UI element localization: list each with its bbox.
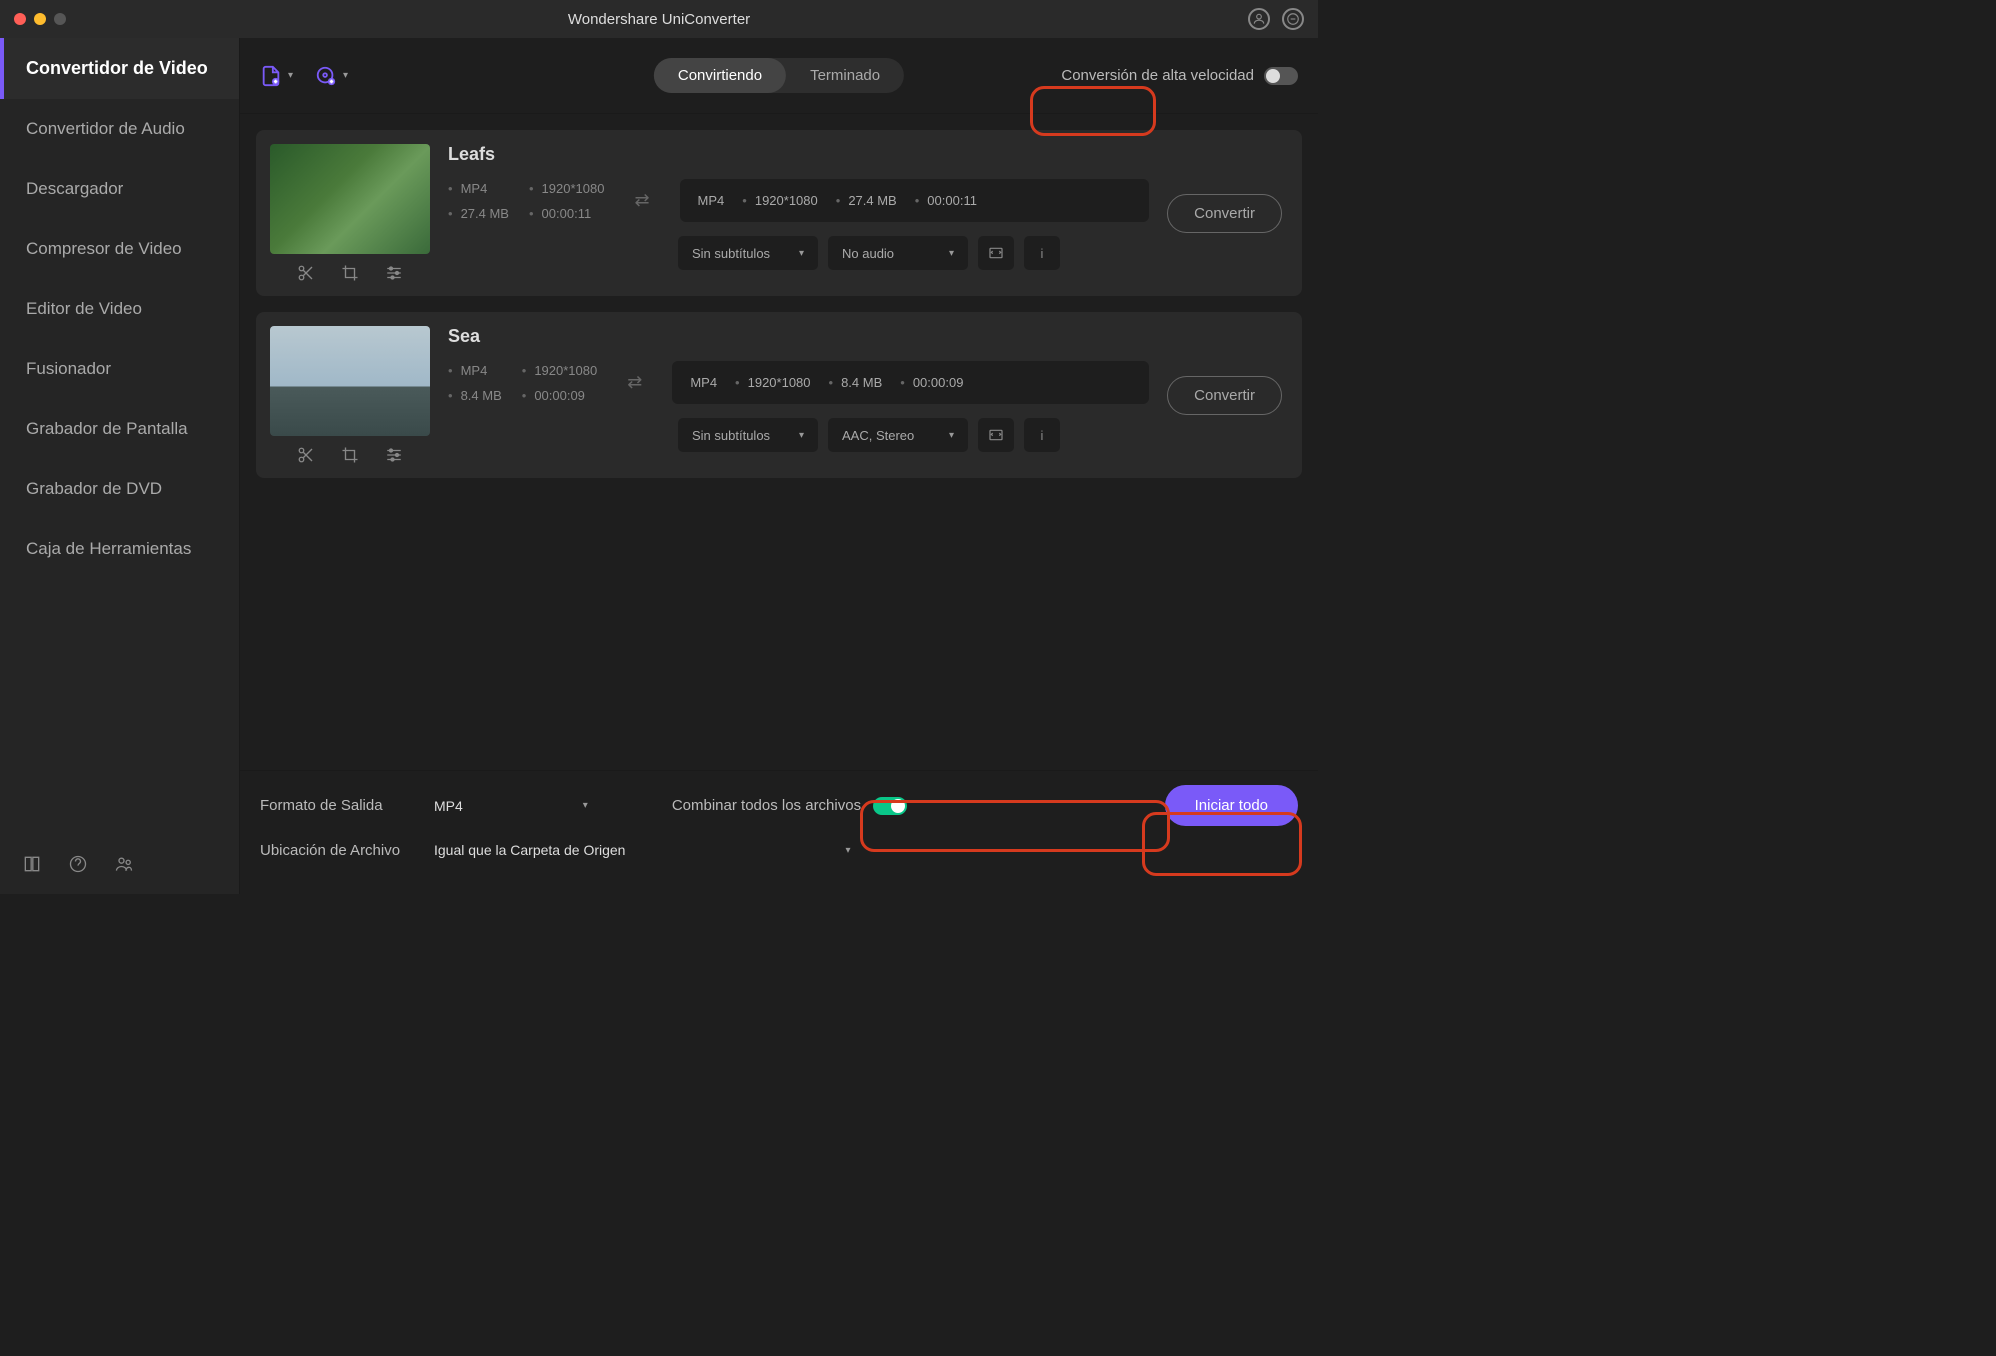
guide-icon[interactable] xyxy=(22,854,44,876)
titlebar: Wondershare UniConverter xyxy=(0,0,1318,38)
feedback-icon[interactable] xyxy=(1282,8,1304,30)
app-title: Wondershare UniConverter xyxy=(568,11,750,28)
sidebar-item-merger[interactable]: Fusionador xyxy=(0,339,239,399)
effects-icon[interactable] xyxy=(385,264,403,282)
sidebar-item-screen-recorder[interactable]: Grabador de Pantalla xyxy=(0,399,239,459)
sidebar: Convertidor de Video Convertidor de Audi… xyxy=(0,38,240,894)
footer: Formato de Salida MP4▾ Combinar todos lo… xyxy=(240,770,1318,894)
output-format-label: Formato de Salida xyxy=(260,797,410,814)
sidebar-item-video-compressor[interactable]: Compresor de Video xyxy=(0,219,239,279)
sidebar-item-toolbox[interactable]: Caja de Herramientas xyxy=(0,519,239,579)
crop-icon[interactable] xyxy=(341,264,359,282)
trim-icon[interactable] xyxy=(297,264,315,282)
tab-finished[interactable]: Terminado xyxy=(786,58,904,93)
info-icon[interactable]: i xyxy=(1024,236,1060,270)
source-meta: MP4 1920*1080 27.4 MB 00:00:11 xyxy=(448,181,604,221)
audio-dropdown[interactable]: No audio▾ xyxy=(828,236,968,270)
file-card: Sea MP4 1920*1080 8.4 MB 00:00:09 ⇄ MP4 … xyxy=(256,312,1302,478)
close-window-button[interactable] xyxy=(14,13,26,25)
audio-dropdown[interactable]: AAC, Stereo▾ xyxy=(828,418,968,452)
high-speed-toggle[interactable] xyxy=(1264,67,1298,85)
subtitle-dropdown[interactable]: Sin subtítulos▾ xyxy=(678,418,818,452)
chevron-down-icon: ▾ xyxy=(343,70,348,81)
output-format-dropdown[interactable]: MP4▾ xyxy=(424,792,598,820)
sidebar-item-dvd-burner[interactable]: Grabador de DVD xyxy=(0,459,239,519)
window-controls xyxy=(14,13,66,25)
convert-button[interactable]: Convertir xyxy=(1167,376,1282,415)
file-location-label: Ubicación de Archivo xyxy=(260,842,410,859)
arrow-convert-icon: ⇄ xyxy=(634,190,649,211)
community-icon[interactable] xyxy=(114,854,136,876)
help-icon[interactable] xyxy=(68,854,90,876)
file-name: Leafs xyxy=(448,144,1149,165)
minimize-window-button[interactable] xyxy=(34,13,46,25)
output-meta[interactable]: MP4 1920*1080 27.4 MB 00:00:11 xyxy=(680,179,1150,222)
trim-icon[interactable] xyxy=(297,446,315,464)
chevron-down-icon: ▾ xyxy=(288,70,293,81)
expand-icon[interactable] xyxy=(978,236,1014,270)
output-meta[interactable]: MP4 1920*1080 8.4 MB 00:00:09 xyxy=(672,361,1149,404)
add-disc-button[interactable]: ▾ xyxy=(315,64,348,88)
toolbar: ▾ ▾ Convirtiendo Terminado Conversión de… xyxy=(240,38,1318,114)
file-list: Leafs MP4 1920*1080 27.4 MB 00:00:11 ⇄ M… xyxy=(240,114,1318,770)
main-panel: ▾ ▾ Convirtiendo Terminado Conversión de… xyxy=(240,38,1318,894)
video-thumbnail[interactable] xyxy=(270,326,430,436)
add-file-button[interactable]: ▾ xyxy=(260,64,293,88)
arrow-convert-icon: ⇄ xyxy=(627,372,642,393)
file-location-dropdown[interactable]: Igual que la Carpeta de Origen▾ xyxy=(424,836,861,864)
sidebar-item-audio-converter[interactable]: Convertidor de Audio xyxy=(0,99,239,159)
combine-files-toggle[interactable] xyxy=(873,797,907,815)
sidebar-item-downloader[interactable]: Descargador xyxy=(0,159,239,219)
tab-converting[interactable]: Convirtiendo xyxy=(654,58,786,93)
maximize-window-button[interactable] xyxy=(54,13,66,25)
file-card: Leafs MP4 1920*1080 27.4 MB 00:00:11 ⇄ M… xyxy=(256,130,1302,296)
subtitle-dropdown[interactable]: Sin subtítulos▾ xyxy=(678,236,818,270)
start-all-button[interactable]: Iniciar todo xyxy=(1165,785,1298,826)
sidebar-item-video-editor[interactable]: Editor de Video xyxy=(0,279,239,339)
convert-button[interactable]: Convertir xyxy=(1167,194,1282,233)
file-name: Sea xyxy=(448,326,1149,347)
account-icon[interactable] xyxy=(1248,8,1270,30)
crop-icon[interactable] xyxy=(341,446,359,464)
sidebar-item-video-converter[interactable]: Convertidor de Video xyxy=(0,38,239,99)
effects-icon[interactable] xyxy=(385,446,403,464)
high-speed-label: Conversión de alta velocidad xyxy=(1061,67,1254,84)
video-thumbnail[interactable] xyxy=(270,144,430,254)
info-icon[interactable]: i xyxy=(1024,418,1060,452)
expand-icon[interactable] xyxy=(978,418,1014,452)
combine-files-label: Combinar todos los archivos xyxy=(672,797,861,814)
source-meta: MP4 1920*1080 8.4 MB 00:00:09 xyxy=(448,363,597,403)
status-tabs: Convirtiendo Terminado xyxy=(654,58,904,93)
